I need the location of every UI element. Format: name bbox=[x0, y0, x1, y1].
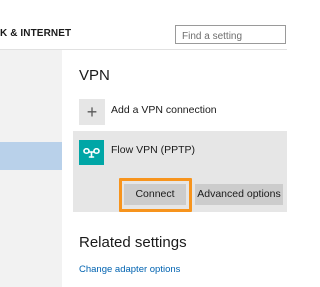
plus-icon[interactable]: + bbox=[79, 99, 105, 125]
advanced-options-button[interactable]: Advanced options bbox=[195, 184, 283, 205]
add-vpn-label[interactable]: Add a VPN connection bbox=[111, 104, 217, 116]
related-settings-heading: Related settings bbox=[79, 234, 187, 251]
vpn-connection-name: Flow VPN (PPTP) bbox=[111, 144, 196, 156]
page-title: VPN bbox=[79, 67, 110, 84]
connect-button[interactable]: Connect bbox=[124, 184, 186, 205]
change-adapter-options-link[interactable]: Change adapter options bbox=[79, 264, 180, 275]
search-box[interactable] bbox=[175, 25, 286, 45]
vpn-link-icon bbox=[79, 140, 104, 165]
vpn-connection-card[interactable]: Flow VPN (PPTP) Connect Advanced options bbox=[73, 131, 287, 212]
add-vpn-connection[interactable]: + Add a VPN connection bbox=[79, 99, 287, 127]
search-input[interactable] bbox=[176, 28, 285, 45]
section-title: K & INTERNET bbox=[0, 28, 72, 39]
header-bar: K & INTERNET bbox=[0, 0, 287, 50]
sidebar-item-vpn-selected[interactable] bbox=[0, 142, 62, 170]
settings-window: K & INTERNET VPN + Add a VPN connection … bbox=[0, 0, 287, 287]
